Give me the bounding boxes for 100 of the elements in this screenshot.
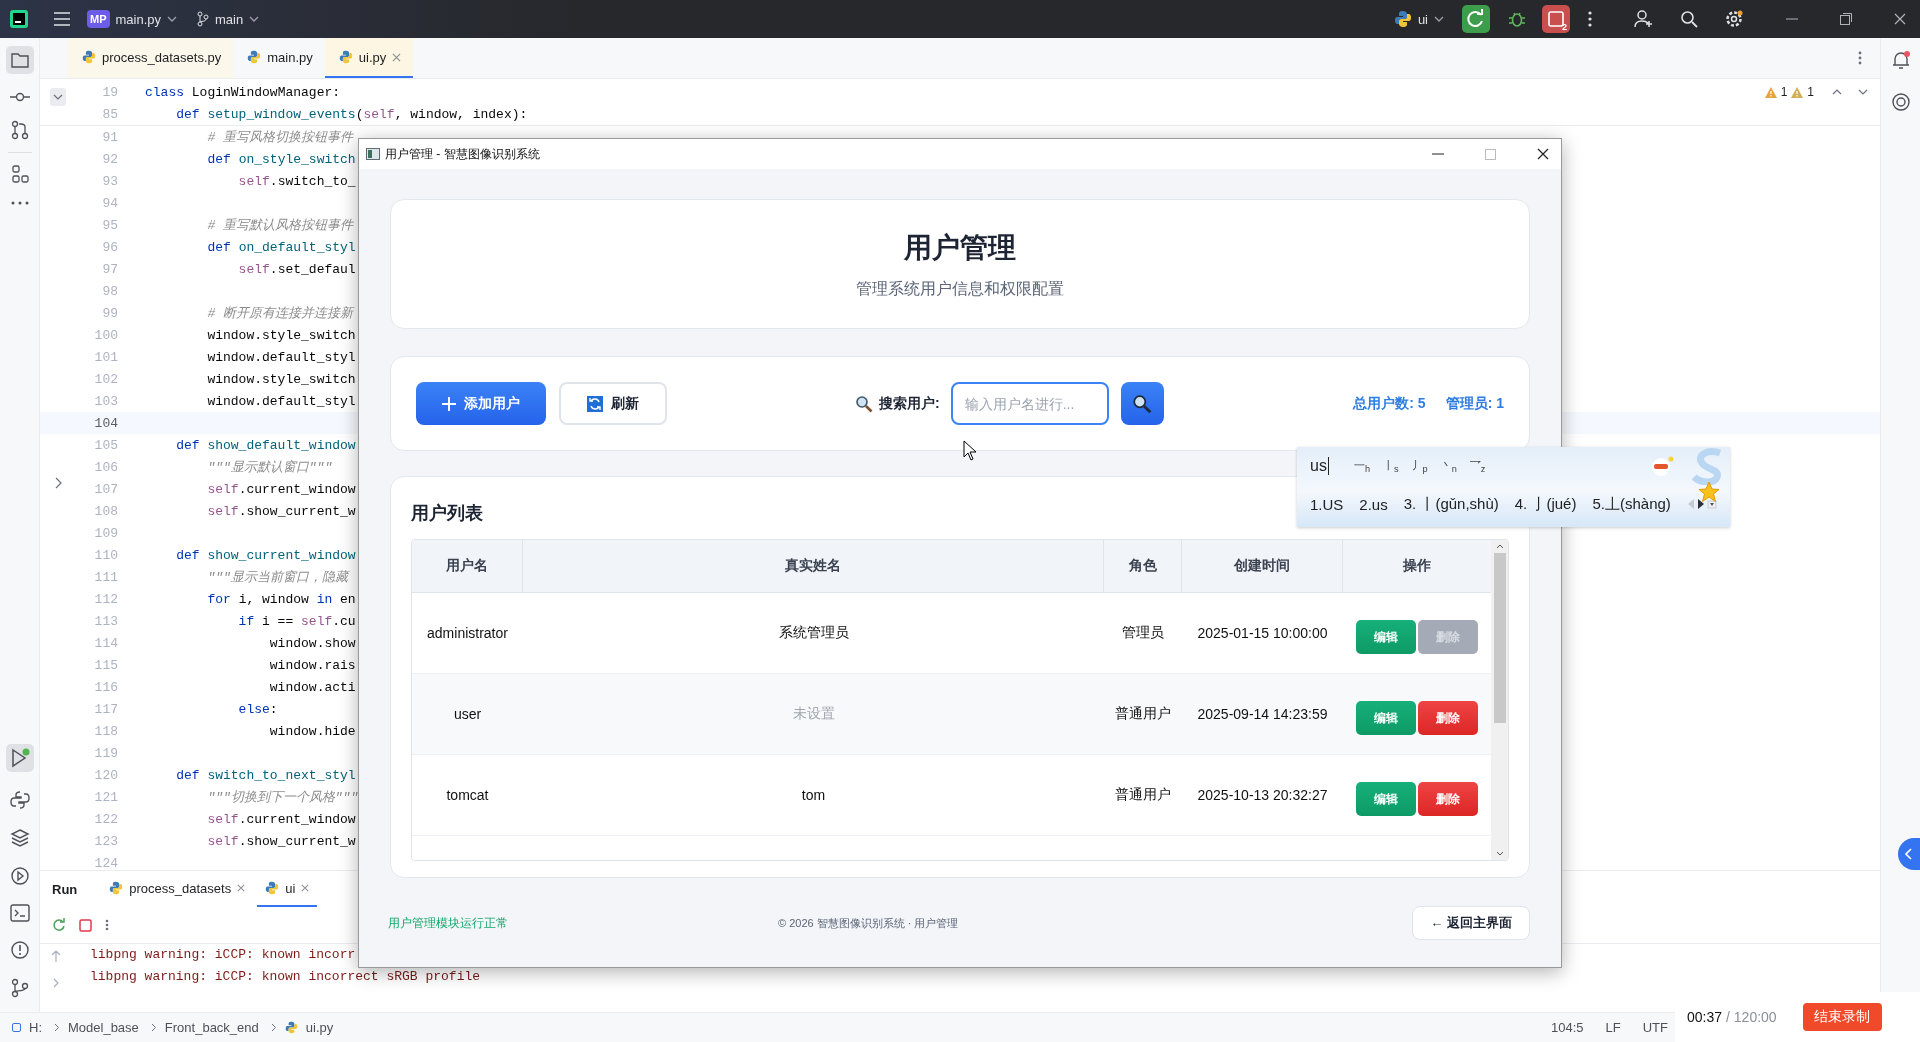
line-number: 97 [101,261,118,277]
delete-button[interactable]: 删除 [1418,701,1478,735]
more-icon[interactable] [10,201,29,205]
search-field[interactable]: 输入用户名进行... [950,382,1109,425]
table-cell-text: 普通用户 [1114,704,1172,723]
add-user-button[interactable]: 添加用户 [416,382,546,425]
breadcrumb[interactable]: Front_back_end [164,1020,259,1035]
restore-icon[interactable] [1840,13,1852,25]
pull-request-icon[interactable] [10,120,29,140]
run-tool-button[interactable] [5,744,34,772]
services-icon[interactable] [9,866,30,886]
code-line: # 重写风格切换按钮事件 [206,129,353,146]
problems-icon[interactable] [9,940,30,960]
add-user-icon[interactable] [1634,9,1654,29]
run-tab[interactable]: process_datasets [101,871,254,907]
breadcrumb[interactable]: ui.py [305,1020,334,1035]
collapse-icon[interactable] [50,88,66,106]
candidate[interactable]: 1.US [1310,495,1344,513]
stop-button[interactable]: 2 [1542,5,1570,33]
line-number: 117 [93,701,118,717]
candidate[interactable]: 3. 丨(gǔn,shù) [1403,494,1499,514]
stroke-key[interactable]: 丶$_{n}$ [1440,457,1457,475]
refresh-button[interactable]: 刷新 [559,382,667,425]
stop-icon[interactable] [79,918,92,932]
scroll-down-icon[interactable] [1495,851,1504,856]
line-number: 85 [101,106,118,122]
editor-tab[interactable]: ui.py [324,38,414,78]
more-icon[interactable] [1588,11,1592,27]
project-tool-button[interactable] [5,46,34,74]
back-button[interactable]: ← 返回主界面 [1412,906,1530,940]
window-icon [366,148,380,160]
app-logo-icon[interactable] [9,9,29,29]
stroke-key[interactable]: 丨$_{s}$ [1383,457,1399,475]
close-icon[interactable] [1894,13,1906,25]
search-icon [1132,393,1153,414]
git-icon[interactable] [10,978,29,998]
search-button[interactable] [1120,382,1164,425]
mascot-icon[interactable] [1649,455,1675,477]
stat-label: 总用户数: 5 [1353,394,1426,413]
stroke-key[interactable]: 丿$_{p}$ [1411,457,1428,475]
rerun-icon[interactable] [1462,5,1490,33]
line-number: 105 [93,437,118,453]
line-number: 114 [93,635,118,651]
weak-warning-count[interactable]: 1 [1807,85,1814,99]
breadcrumb[interactable]: H: [29,1020,42,1035]
chevron-right-icon [54,1023,60,1032]
commit-icon[interactable] [9,92,30,102]
menu-icon[interactable] [53,12,71,26]
project-selector[interactable]: main.py [115,11,162,27]
run-config-selector[interactable]: ui [1417,11,1428,27]
layers-icon[interactable] [9,828,30,848]
bug-icon[interactable] [1508,10,1526,28]
line-separator[interactable]: LF [1605,1020,1621,1035]
settings-icon[interactable] [1724,9,1744,29]
structure-icon[interactable] [10,165,29,183]
notification-icon[interactable] [1890,50,1911,70]
stat-label: 管理员: 1 [1445,394,1504,413]
stop-recording-button[interactable]: 结束录制 [1802,1003,1882,1031]
line-number: 98 [101,283,118,299]
warning-count[interactable]: 1 [1780,85,1788,99]
code-line: """显示默认窗口""" [206,459,333,476]
more-icon[interactable] [105,919,109,931]
python-icon [82,50,96,64]
branch-selector[interactable]: main [215,11,244,27]
python-console-icon[interactable] [9,790,30,810]
editor-tab[interactable]: main.py [233,38,325,78]
code-line: """显示当前窗口，隐藏 [206,569,348,586]
breadcrumb[interactable]: Model_base [68,1020,139,1035]
candidate[interactable]: 2.us [1359,495,1388,513]
run-tab[interactable]: ui [257,871,318,907]
code-line: else: [237,701,278,717]
close-icon[interactable] [1537,148,1549,160]
page-arrows-icon[interactable] [1686,498,1717,510]
chevron-up-icon[interactable] [1832,89,1842,95]
stroke-key[interactable]: 乛$_{z}$ [1469,457,1486,475]
caret-position[interactable]: 104:5 [1551,1020,1584,1035]
scrollbar[interactable] [1491,540,1508,860]
file-encoding[interactable]: UTF [1642,1020,1668,1035]
line-number: 115 [93,657,118,673]
table-cell-text: 未设置 [791,704,836,723]
candidate[interactable]: 5.丄(shàng) [1592,494,1671,514]
ai-assistant-icon[interactable] [1890,92,1911,112]
project-badge: MP [87,10,110,28]
chevron-down-icon[interactable] [1858,89,1868,95]
status-text: 用户管理模块运行正常 [388,914,509,932]
scroll-up-icon[interactable] [1495,544,1504,549]
search-icon[interactable] [1680,10,1698,28]
code-line: def show_current_window [175,547,356,563]
drive-icon [12,1023,21,1032]
column-header: 创建时间 [1182,540,1343,592]
candidate[interactable]: 4. 亅(jué) [1514,494,1577,514]
line-number: 108 [93,503,118,519]
delete-button[interactable]: 删除 [1418,782,1478,816]
code-line: def show_default_window [175,437,356,453]
stroke-key[interactable]: 一$_{h}$ [1353,457,1370,475]
editor-tab[interactable]: process_datasets.py [68,38,234,78]
line-number: 113 [93,613,118,629]
terminal-icon[interactable] [9,904,30,922]
chevron-right-icon[interactable] [54,477,62,489]
search-label: 搜索用户: [879,394,940,413]
